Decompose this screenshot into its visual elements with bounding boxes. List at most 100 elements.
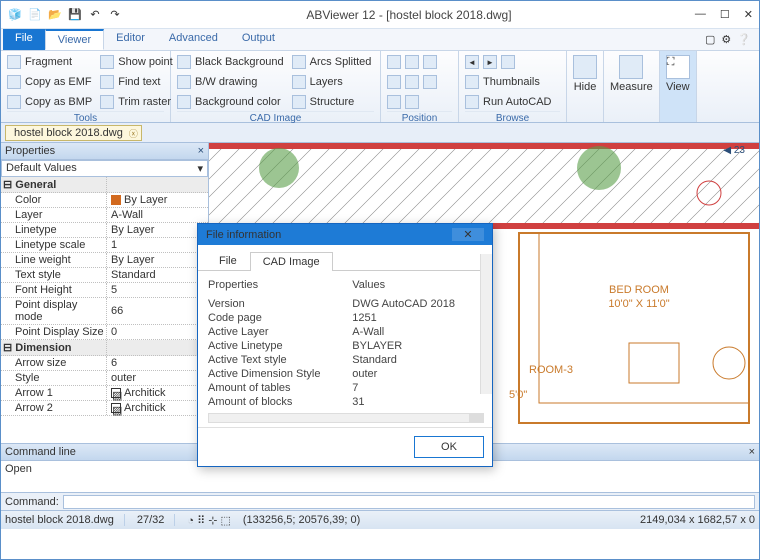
tab-advanced[interactable]: Advanced: [157, 29, 230, 50]
pan-button[interactable]: [387, 73, 437, 91]
minimize-button[interactable]: —: [695, 8, 706, 21]
nav-buttons[interactable]: ◄►: [465, 53, 551, 71]
rot-icon: [405, 75, 419, 89]
dialog-titlebar[interactable]: File information✕: [198, 224, 492, 245]
svg-text:5'0": 5'0": [509, 389, 527, 401]
ok-button[interactable]: OK: [414, 436, 484, 458]
settings-icon[interactable]: ⚙: [721, 33, 731, 46]
help-controls: ▢ ⚙ ❔: [705, 29, 759, 50]
dialog-close-button[interactable]: ✕: [452, 228, 484, 241]
hide-button[interactable]: Hide: [567, 51, 604, 122]
black-bg-button[interactable]: Black Background: [177, 53, 284, 71]
close-button[interactable]: ✕: [744, 8, 753, 21]
prop-color[interactable]: By Layer: [107, 193, 208, 207]
arcs-button[interactable]: Arcs Splitted: [292, 53, 372, 71]
redo-icon[interactable]: ↷: [107, 7, 123, 23]
ribbon-group-browse: ◄► Thumbnails Run AutoCAD Browse: [459, 51, 567, 122]
status-file: hostel block 2018.dwg: [5, 514, 125, 526]
snap-icons[interactable]: ◔ ⠿ ⊹ ⬚: [187, 514, 230, 527]
measure-button[interactable]: Measure: [604, 51, 660, 122]
new-icon[interactable]: 📄: [27, 7, 43, 23]
prop-arrow1[interactable]: ▨Architick: [107, 386, 208, 400]
layers-button[interactable]: Layers: [292, 73, 372, 91]
bgcolor-button[interactable]: Background color: [177, 93, 284, 111]
dialog-tab-file[interactable]: File: [206, 251, 250, 270]
maximize-button[interactable]: ☐: [720, 8, 730, 21]
section-general[interactable]: ⊟ General: [1, 177, 107, 192]
close-panel-icon[interactable]: ×: [198, 145, 204, 157]
fragment-icon: [7, 55, 21, 69]
svg-text:ROOM-3: ROOM-3: [529, 364, 573, 376]
svg-text:BED ROOM: BED ROOM: [609, 284, 669, 296]
prop-lweight[interactable]: By Layer: [107, 253, 208, 267]
close-command-icon[interactable]: ×: [749, 446, 755, 458]
window-controls: — ☐ ✕: [695, 8, 753, 21]
table-row: Active Dimension Styleouter: [208, 367, 484, 381]
save-icon[interactable]: 💾: [67, 7, 83, 23]
layers-icon: [292, 75, 306, 89]
help-icon[interactable]: ❔: [737, 33, 751, 46]
dialog-vscroll[interactable]: [480, 254, 492, 394]
extents-button[interactable]: [387, 93, 437, 111]
color-swatch-icon: [111, 195, 121, 205]
point-icon: [100, 55, 114, 69]
view-button[interactable]: ⛶View: [660, 51, 697, 122]
dialog-tabs: File CAD Image: [198, 245, 492, 271]
prop-linetype[interactable]: By Layer: [107, 223, 208, 237]
minimize-ribbon-icon[interactable]: ▢: [705, 33, 715, 46]
tab-output[interactable]: Output: [230, 29, 287, 50]
prop-tstyle[interactable]: Standard: [107, 268, 208, 282]
trim-raster-button: Trim raster: [100, 93, 172, 111]
autocad-button[interactable]: Run AutoCAD: [465, 93, 551, 111]
prop-arrow2[interactable]: ▨Architick: [107, 401, 208, 415]
title-bar: 🧊 📄 📂 💾 ↶ ↷ ABViewer 12 - [hostel block …: [1, 1, 759, 29]
open-icon[interactable]: 📂: [47, 7, 63, 23]
prop-style[interactable]: outer: [107, 371, 208, 385]
table-row: Amount of blocks31: [208, 395, 484, 409]
ribbon-group-position: Position: [381, 51, 459, 122]
hide-icon: [573, 55, 597, 79]
find-text-button[interactable]: Find text: [100, 73, 172, 91]
file-info-dialog: File information✕ File CAD Image Propert…: [197, 223, 493, 467]
structure-button[interactable]: Structure: [292, 93, 372, 111]
table-row: Code page1251: [208, 311, 484, 325]
group-label-cadimage: CAD Image: [177, 111, 374, 125]
show-point-button[interactable]: Show point: [100, 53, 172, 71]
bw-drawing-button[interactable]: B/W drawing: [177, 73, 284, 91]
prop-pdsize[interactable]: 0: [107, 325, 208, 339]
fragment-button[interactable]: Fragment: [7, 53, 92, 71]
dialog-tab-cadimage[interactable]: CAD Image: [250, 252, 333, 271]
arrow2-icon: ▨: [111, 403, 121, 413]
table-row: VersionDWG AutoCAD 2018: [208, 297, 484, 311]
list-icon: [501, 55, 515, 69]
window-title: ABViewer 12 - [hostel block 2018.dwg]: [123, 8, 695, 22]
undo-icon[interactable]: ↶: [87, 7, 103, 23]
copy-emf-button[interactable]: Copy as EMF: [7, 73, 92, 91]
arcs-icon: [292, 55, 306, 69]
ribbon-tabs: File Viewer Editor Advanced Output ▢ ⚙ ❔: [1, 29, 759, 51]
section-dimension[interactable]: ⊟ Dimension: [1, 340, 107, 355]
dialog-buttons: OK: [198, 427, 492, 466]
find-icon: [100, 75, 114, 89]
properties-header: Properties×: [1, 143, 208, 160]
zoom-in-button[interactable]: [387, 53, 437, 71]
3d-icon: [423, 75, 437, 89]
copy-bmp-button[interactable]: Copy as BMP: [7, 93, 92, 111]
tab-viewer[interactable]: Viewer: [45, 29, 104, 50]
default-values-select[interactable]: Default Values▾: [1, 160, 208, 177]
prop-layer[interactable]: A-Wall: [107, 208, 208, 222]
tab-editor[interactable]: Editor: [104, 29, 157, 50]
dialog-hscroll[interactable]: [208, 413, 484, 423]
status-coords: (133256,5; 20576,39; 0): [243, 514, 360, 526]
prop-ltscale[interactable]: 1: [107, 238, 208, 252]
command-input[interactable]: [63, 495, 755, 509]
close-tab-icon[interactable]: ⓧ: [129, 127, 138, 140]
doc-tab[interactable]: hostel block 2018.dwgⓧ: [5, 125, 142, 141]
prop-fheight[interactable]: 5: [107, 283, 208, 297]
bw-icon: [177, 75, 191, 89]
prop-pdmode[interactable]: 66: [107, 298, 208, 324]
thumbnails-button[interactable]: Thumbnails: [465, 73, 551, 91]
prop-asize[interactable]: 6: [107, 356, 208, 370]
win-icon: [405, 95, 419, 109]
tab-file[interactable]: File: [3, 29, 45, 50]
